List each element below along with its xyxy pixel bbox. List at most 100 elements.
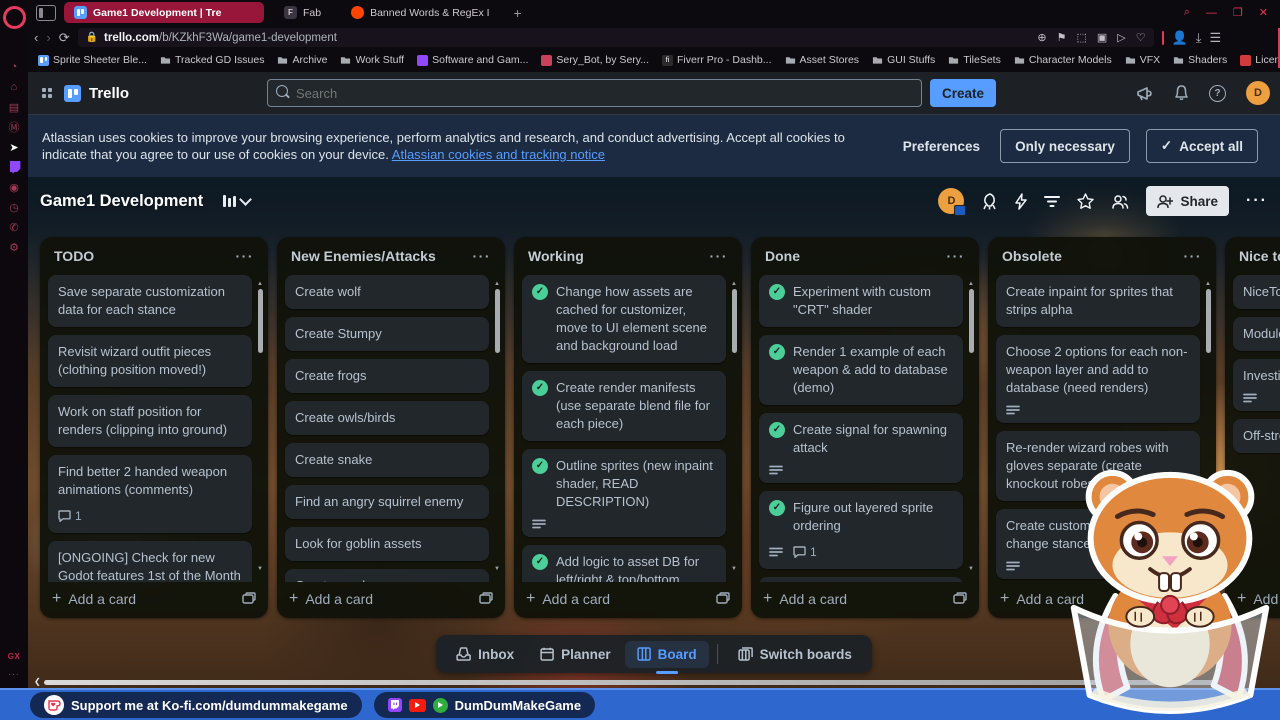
trello-card[interactable]: ✓ Experiment with custom "CRT" shader [759,275,963,327]
bookmark-item[interactable]: TileSets [948,54,1001,66]
refresh-icon[interactable]: ⟳ [59,30,70,46]
bookmark-item[interactable]: Sprite Sheeter Ble... [38,54,147,66]
list-scrollbar[interactable]: ▲▼ [493,281,501,572]
panels-icon[interactable]: ☰ [1210,30,1222,46]
bookmark-item[interactable]: Character Models [1014,54,1112,66]
bookmark-item[interactable]: VFX [1125,54,1160,66]
complete-check-icon[interactable]: ✓ [532,554,548,570]
mods-icon[interactable]: ▤ [6,99,22,115]
accept-all-button[interactable]: ✓ Accept all [1145,129,1258,163]
profile-icon[interactable]: 👤 [1172,30,1188,46]
list-scrollbar[interactable]: ▲▼ [256,281,264,572]
app-switcher-icon[interactable] [38,84,56,102]
board-view-switcher[interactable] [223,193,253,207]
trello-card[interactable]: Work on staff position for renders (clip… [48,395,252,447]
star-icon[interactable] [1077,193,1095,209]
url-bar[interactable]: 🔒 trello.com/b/KZkhF3Wa/game1-developmen… [77,28,1154,47]
zoom-icon[interactable]: ⊕ [1037,31,1046,44]
search-input[interactable] [267,79,923,107]
board-menu-icon[interactable]: ··· [1246,192,1268,210]
add-card-button[interactable]: + Add a card [526,591,610,608]
bottom-nav-board[interactable]: Board [624,640,709,668]
minimize-button[interactable]: — [1206,7,1217,19]
trello-card[interactable]: Create snake [285,443,489,477]
speed-dial-icon[interactable]: ◔ [6,59,22,75]
gx-corner-icon[interactable]: GX [8,652,21,661]
trello-card[interactable]: ✓ Figure out layered sprite ordering 1 [759,491,963,569]
scroll-left-icon[interactable]: ❮ [34,678,41,686]
trello-card[interactable]: Create Stumpy [285,317,489,351]
bottom-nav-inbox[interactable]: Inbox [444,641,526,668]
scroll-down-icon[interactable]: ▼ [731,566,737,572]
complete-check-icon[interactable]: ✓ [532,458,548,474]
avatar[interactable]: D [1246,81,1270,105]
list-menu-icon[interactable]: ··· [710,248,729,264]
gx-store-icon[interactable]: ⌂ [6,79,22,95]
trello-card[interactable]: [ONGOING] Check for new Godot features 1… [48,541,252,582]
visibility-members-icon[interactable] [1111,194,1129,209]
trello-card[interactable]: Create mushroom enemy [285,569,489,582]
search-tabs-icon[interactable]: ⌕ [1184,6,1190,19]
pin-icon[interactable]: ⚑ [1057,31,1067,44]
player-icon[interactable]: ◉ [6,179,22,195]
scroll-up-icon[interactable]: ▲ [731,281,737,287]
scroll-thumb[interactable] [731,289,737,353]
trello-card[interactable]: Look for goblin assets [285,527,489,561]
messenger-icon[interactable]: Ⓜ [6,119,22,135]
trello-card[interactable]: Off-stream concepts (goals) [1233,419,1280,453]
trello-card[interactable]: Find an angry squirrel enemy [285,485,489,519]
bookmark-item[interactable]: License or Terms... [1240,54,1280,66]
power-ups-rocket-icon[interactable] [981,192,998,210]
scroll-up-icon[interactable]: ▲ [494,281,500,287]
bottom-nav-switch-boards[interactable]: Switch boards [726,641,864,668]
trello-logo-icon[interactable] [64,84,81,102]
complete-check-icon[interactable]: ✓ [769,500,785,516]
opera-gx-logo-icon[interactable] [2,6,26,29]
trello-card[interactable]: Create wolf [285,275,489,309]
list-scrollbar[interactable]: ▲▼ [730,281,738,572]
list-menu-icon[interactable]: ··· [236,248,255,264]
add-card-button[interactable]: + Add a card [289,591,373,608]
scroll-down-icon[interactable]: ▼ [257,566,263,572]
scroll-up-icon[interactable]: ▲ [1205,281,1211,287]
settings-icon[interactable]: ⚙ [6,239,22,255]
forward-icon[interactable]: › [46,30,50,45]
trello-card[interactable]: ✓ Outline sprites (new inpaint shader, RE… [522,449,726,537]
bookmark-item[interactable]: Tracked GD Issues [160,54,264,66]
bookmark-item[interactable]: Archive [277,54,327,66]
scroll-up-icon[interactable]: ▲ [968,281,974,287]
only-necessary-button[interactable]: Only necessary [1000,129,1130,163]
trello-card[interactable]: ✓ Add logic to asset DB for left/right & … [522,545,726,582]
bottom-nav-planner[interactable]: Planner [528,641,623,668]
list-scrollbar[interactable]: ▲▼ [967,281,975,572]
list-menu-icon[interactable]: ··· [473,248,492,264]
maximize-button[interactable]: ❐ [1233,6,1243,19]
automation-lightning-icon[interactable] [1015,192,1028,210]
trello-card[interactable]: ✓ Render 1 example of each weapon & add t… [759,335,963,405]
list-menu-icon[interactable]: ··· [947,248,966,264]
scroll-thumb[interactable] [494,289,500,353]
trello-card[interactable]: Create inpaint for sprites that strips a… [996,275,1200,327]
scroll-down-icon[interactable]: ▼ [494,566,500,572]
add-card-button[interactable]: + Add a card [52,591,136,608]
bookmark-item[interactable]: Asset Stores [785,54,859,66]
scroll-thumb[interactable] [257,289,263,353]
complete-check-icon[interactable]: ✓ [532,284,548,300]
trello-card[interactable]: ✓ Create signal for spawning attack [759,413,963,483]
bookmark-item[interactable]: GUI Stuffs [872,54,935,66]
pointer-icon[interactable]: ➤ [6,139,22,155]
help-icon[interactable]: ? [1209,84,1226,102]
close-button[interactable]: ✕ [1259,6,1268,19]
preferences-button[interactable]: Preferences [899,130,984,162]
trello-card[interactable]: Investigate asset loading [1233,359,1280,411]
new-tab-button[interactable]: + [514,5,522,21]
history-icon[interactable]: ◷ [6,199,22,215]
scroll-thumb[interactable] [1205,289,1211,353]
trello-card[interactable]: Create frogs [285,359,489,393]
board-title[interactable]: Game1 Development [40,192,203,211]
scroll-thumb[interactable] [968,289,974,353]
board-member-avatar[interactable]: D [938,188,967,216]
filter-icon[interactable] [1044,195,1061,208]
bookmark-item[interactable]: Software and Gam... [417,54,528,66]
add-card-button[interactable]: + Add a card [763,591,847,608]
